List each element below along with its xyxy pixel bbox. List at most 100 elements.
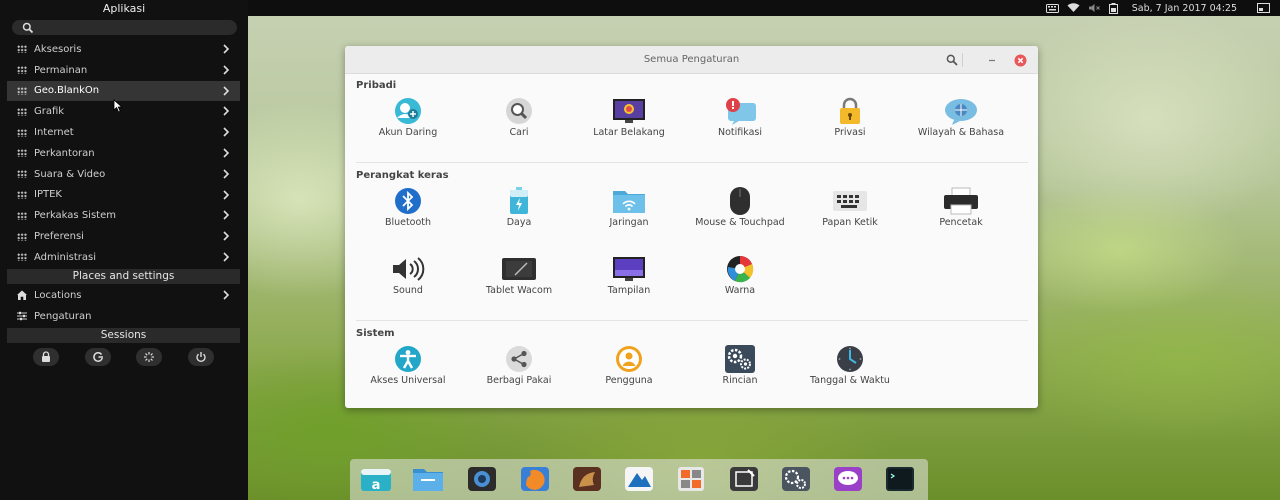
category-item-perkakas-sistem[interactable]: Perkakas Sistem bbox=[7, 205, 240, 226]
category-item-perkantoran[interactable]: Perkantoran bbox=[7, 143, 240, 164]
setting-privacy[interactable]: Privasi bbox=[795, 96, 905, 160]
setting-background[interactable]: Latar Belakang bbox=[574, 96, 684, 160]
setting-bluetooth[interactable]: Bluetooth bbox=[353, 186, 463, 250]
dock-system-settings[interactable] bbox=[778, 465, 814, 493]
close-button[interactable] bbox=[1013, 53, 1027, 67]
background-icon bbox=[611, 96, 647, 126]
wifi-icon[interactable] bbox=[1067, 0, 1080, 16]
apps-grid-icon bbox=[17, 128, 27, 137]
chevron-right-icon bbox=[223, 148, 230, 158]
keyboard-settings-icon bbox=[832, 186, 868, 216]
category-item-aksesoris[interactable]: Aksesoris bbox=[7, 39, 240, 60]
setting-network[interactable]: Jaringan bbox=[574, 186, 684, 250]
setting-universal-access[interactable]: Akses Universal bbox=[353, 344, 463, 408]
category-item-permainan[interactable]: Permainan bbox=[7, 60, 240, 81]
setting-label: Akun Daring bbox=[378, 127, 438, 138]
setting-mouse-touchpad[interactable]: Mouse & Touchpad bbox=[685, 186, 795, 250]
category-item-administrasi[interactable]: Administrasi bbox=[7, 247, 240, 268]
settings-window: Semua Pengaturan Pribadi Akun Daring Car… bbox=[345, 46, 1038, 408]
dock-software-center[interactable]: a bbox=[358, 465, 394, 493]
setting-region-language[interactable]: Wilayah & Bahasa bbox=[906, 96, 1016, 160]
section-divider bbox=[356, 162, 1028, 163]
titlebar-separator bbox=[962, 53, 963, 67]
category-item-iptek[interactable]: IPTEK bbox=[7, 185, 240, 206]
chevron-right-icon bbox=[223, 169, 230, 179]
chevron-right-icon bbox=[223, 86, 230, 96]
files-icon bbox=[413, 469, 443, 491]
suspend-button[interactable] bbox=[136, 348, 163, 366]
system-settings-icon bbox=[782, 467, 810, 491]
close-icon bbox=[1014, 54, 1026, 66]
minimize-button[interactable] bbox=[985, 53, 999, 67]
privacy-lock-icon bbox=[832, 96, 868, 126]
setting-printer[interactable]: Pencetak bbox=[906, 186, 1016, 250]
setting-date-time[interactable]: Tanggal & Waktu bbox=[795, 344, 905, 408]
window-search-button[interactable] bbox=[945, 53, 959, 67]
power-button[interactable] bbox=[188, 348, 215, 366]
dock-files[interactable] bbox=[410, 465, 446, 493]
keyboard-icon[interactable] bbox=[1045, 0, 1059, 16]
session-buttons bbox=[7, 346, 240, 368]
category-label: Geo.BlankOn bbox=[34, 85, 100, 97]
setting-label: Cari bbox=[509, 127, 529, 138]
minimize-icon bbox=[989, 59, 995, 62]
dock-text-editor[interactable] bbox=[726, 465, 762, 493]
chevron-right-icon bbox=[223, 106, 230, 116]
speaker-icon bbox=[390, 254, 426, 284]
apps-grid-icon bbox=[17, 66, 27, 75]
window-titlebar[interactable]: Semua Pengaturan bbox=[345, 46, 1038, 74]
setting-users[interactable]: Pengguna bbox=[574, 344, 684, 408]
battery-icon[interactable] bbox=[1108, 0, 1118, 16]
setting-notifications[interactable]: Notifikasi bbox=[685, 96, 795, 160]
setting-label: Tanggal & Waktu bbox=[810, 375, 890, 386]
dock-firefox[interactable] bbox=[517, 465, 553, 493]
menu-search-box[interactable] bbox=[12, 20, 237, 35]
setting-label: Pencetak bbox=[939, 217, 983, 228]
dock-map[interactable] bbox=[621, 465, 657, 493]
place-item-pengaturan[interactable]: Pengaturan bbox=[7, 306, 240, 326]
calculator-icon bbox=[678, 467, 704, 491]
volume-muted-icon[interactable] bbox=[1088, 0, 1101, 16]
setting-sound[interactable]: Sound bbox=[353, 254, 463, 318]
menu-search-input[interactable] bbox=[38, 20, 228, 35]
dock-calculator[interactable] bbox=[673, 465, 709, 493]
setting-color[interactable]: Warna bbox=[685, 254, 795, 318]
setting-search[interactable]: Cari bbox=[464, 96, 574, 160]
setting-wacom-tablet[interactable]: Tablet Wacom bbox=[464, 254, 574, 318]
logout-button[interactable] bbox=[84, 348, 111, 366]
setting-label: Warna bbox=[724, 285, 756, 296]
setting-label: Latar Belakang bbox=[593, 127, 665, 138]
chat-icon bbox=[834, 467, 862, 491]
display-icon[interactable] bbox=[1257, 0, 1270, 16]
notifications-icon bbox=[722, 96, 758, 126]
apps-grid-icon bbox=[17, 149, 27, 158]
category-item-suara-video[interactable]: Suara & Video bbox=[7, 164, 240, 185]
category-label: Internet bbox=[34, 127, 74, 139]
setting-label: Bluetooth bbox=[384, 217, 432, 228]
clock-text[interactable]: Sab, 7 Jan 2017 04:25 bbox=[1132, 0, 1237, 16]
dock-game[interactable] bbox=[569, 465, 605, 493]
lock-button[interactable] bbox=[32, 348, 59, 366]
category-label: Suara & Video bbox=[34, 168, 106, 180]
category-item-preferensi[interactable]: Preferensi bbox=[7, 226, 240, 247]
category-item-grafik[interactable]: Grafik bbox=[7, 101, 240, 122]
setting-sharing[interactable]: Berbagi Pakai bbox=[464, 344, 574, 408]
setting-online-accounts[interactable]: Akun Daring bbox=[353, 96, 463, 160]
chevron-right-icon bbox=[223, 231, 230, 241]
setting-power[interactable]: Daya bbox=[464, 186, 574, 250]
printer-icon bbox=[943, 186, 979, 216]
setting-label: Tampilan bbox=[607, 285, 651, 296]
category-item-internet[interactable]: Internet bbox=[7, 122, 240, 143]
search-icon bbox=[946, 54, 958, 66]
dock-webcam[interactable] bbox=[464, 465, 500, 493]
lock-icon bbox=[41, 351, 50, 362]
users-icon bbox=[611, 344, 647, 374]
dock-chat[interactable] bbox=[830, 465, 866, 493]
setting-label: Rincian bbox=[722, 375, 758, 386]
place-item-locations[interactable]: Locations bbox=[7, 285, 240, 305]
category-item-geo-blankon[interactable]: Geo.BlankOn bbox=[7, 80, 240, 102]
setting-details[interactable]: Rincian bbox=[685, 344, 795, 408]
dock-terminal[interactable] bbox=[882, 465, 918, 493]
setting-display[interactable]: Tampilan bbox=[574, 254, 684, 318]
setting-keyboard[interactable]: Papan Ketik bbox=[795, 186, 905, 250]
